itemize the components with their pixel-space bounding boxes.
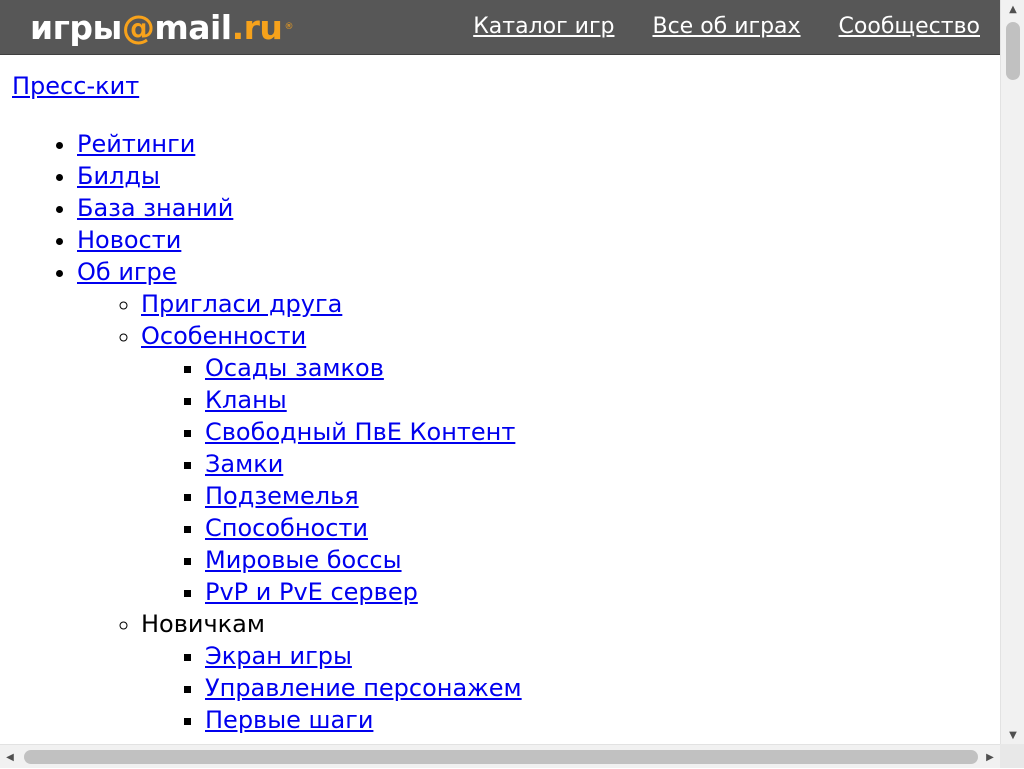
list-item: Свободный ПвЕ Контент (205, 416, 522, 448)
menu-link-castle-sieges[interactable]: Осады замков (205, 354, 384, 382)
scroll-right-arrow-icon[interactable]: ▶ (980, 745, 1000, 769)
menu-link-knowledge-base[interactable]: База знаний (77, 194, 233, 222)
features-submenu: Осады замков Кланы Свободный ПвЕ Контент… (141, 352, 522, 608)
logo-registered-mark: ® (284, 22, 293, 32)
menu-link-first-steps[interactable]: Первые шаги (205, 706, 373, 734)
top-navigation: Каталог игр Все об играх Сообщество (473, 14, 980, 39)
list-item: Подземелья (205, 480, 522, 512)
horizontal-scrollbar[interactable]: ◀ ▶ (0, 744, 1000, 768)
menu-link-world-bosses[interactable]: Мировые боссы (205, 546, 402, 574)
menu-label-newbies: Новичкам (141, 610, 265, 638)
top-bar: игры @ mail. ru ® Каталог игр Все об играх С… (0, 0, 1000, 55)
list-item: Пригласи друга (141, 288, 522, 320)
menu-link-castles[interactable]: Замки (205, 450, 283, 478)
list-item: Об игре Пригласи друга Особенности Осады… (77, 256, 522, 736)
list-item: Экран игры (205, 640, 522, 672)
menu-link-character-control[interactable]: Управление персонажем (205, 674, 522, 702)
list-item: Осады замков (205, 352, 522, 384)
site-menu-list: Рейтинги Билды База знаний Новости Об иг… (12, 128, 522, 736)
menu-link-about-game[interactable]: Об игре (77, 258, 177, 286)
list-item: PvP и PvE сервер (205, 576, 522, 608)
logo-dot: . (231, 7, 245, 47)
scroll-up-arrow-icon[interactable]: ▲ (1001, 0, 1024, 18)
menu-link-ratings[interactable]: Рейтинги (77, 130, 195, 158)
scrollbar-corner (1000, 744, 1024, 768)
list-item: Управление персонажем (205, 672, 522, 704)
menu-link-pvp-pve-server[interactable]: PvP и PvE сервер (205, 578, 418, 606)
logo-text-mail: mail (154, 7, 232, 47)
list-item: Особенности Осады замков Кланы Свободный… (141, 320, 522, 608)
about-game-submenu: Пригласи друга Особенности Осады замков … (77, 288, 522, 736)
menu-link-free-pve-content[interactable]: Свободный ПвЕ Контент (205, 418, 515, 446)
nav-link-community[interactable]: Сообщество (839, 14, 980, 39)
page-viewport: игры @ mail. ru ® Каталог игр Все об играх С… (0, 0, 1000, 744)
menu-link-invite-friend[interactable]: Пригласи друга (141, 290, 342, 318)
logo-text-ru: ru (243, 7, 283, 47)
menu-link-game-screen[interactable]: Экран игры (205, 642, 352, 670)
main-content: Пресс-кит Рейтинги Билды База знаний Нов… (12, 70, 522, 736)
list-item: Новости (77, 224, 522, 256)
list-item: Новичкам Экран игры Управление персонаже… (141, 608, 522, 736)
list-item: Способности (205, 512, 522, 544)
menu-link-features[interactable]: Особенности (141, 322, 306, 350)
menu-link-news[interactable]: Новости (77, 226, 181, 254)
list-item: Мировые боссы (205, 544, 522, 576)
menu-link-dungeons[interactable]: Подземелья (205, 482, 359, 510)
horizontal-scroll-thumb[interactable] (24, 750, 978, 764)
list-item: Рейтинги (77, 128, 522, 160)
nav-link-game-catalog[interactable]: Каталог игр (473, 14, 614, 39)
logo-text-games: игры (30, 7, 122, 47)
newbies-submenu: Экран игры Управление персонажем Первые … (141, 640, 522, 736)
menu-link-builds[interactable]: Билды (77, 162, 160, 190)
list-item: Замки (205, 448, 522, 480)
list-item: Билды (77, 160, 522, 192)
scroll-left-arrow-icon[interactable]: ◀ (0, 745, 20, 769)
press-kit-link[interactable]: Пресс-кит (12, 70, 522, 102)
games-mail-ru-logo[interactable]: игры @ mail. ru ® (30, 7, 293, 47)
list-item: Первые шаги (205, 704, 522, 736)
logo-at-sign: @ (121, 7, 155, 47)
vertical-scroll-thumb[interactable] (1006, 22, 1020, 80)
list-item: Кланы (205, 384, 522, 416)
nav-link-all-about-games[interactable]: Все об играх (652, 14, 800, 39)
menu-link-clans[interactable]: Кланы (205, 386, 287, 414)
vertical-scrollbar[interactable]: ▲ ▼ (1000, 0, 1024, 744)
menu-link-abilities[interactable]: Способности (205, 514, 368, 542)
scroll-down-arrow-icon[interactable]: ▼ (1001, 726, 1024, 744)
list-item: База знаний (77, 192, 522, 224)
